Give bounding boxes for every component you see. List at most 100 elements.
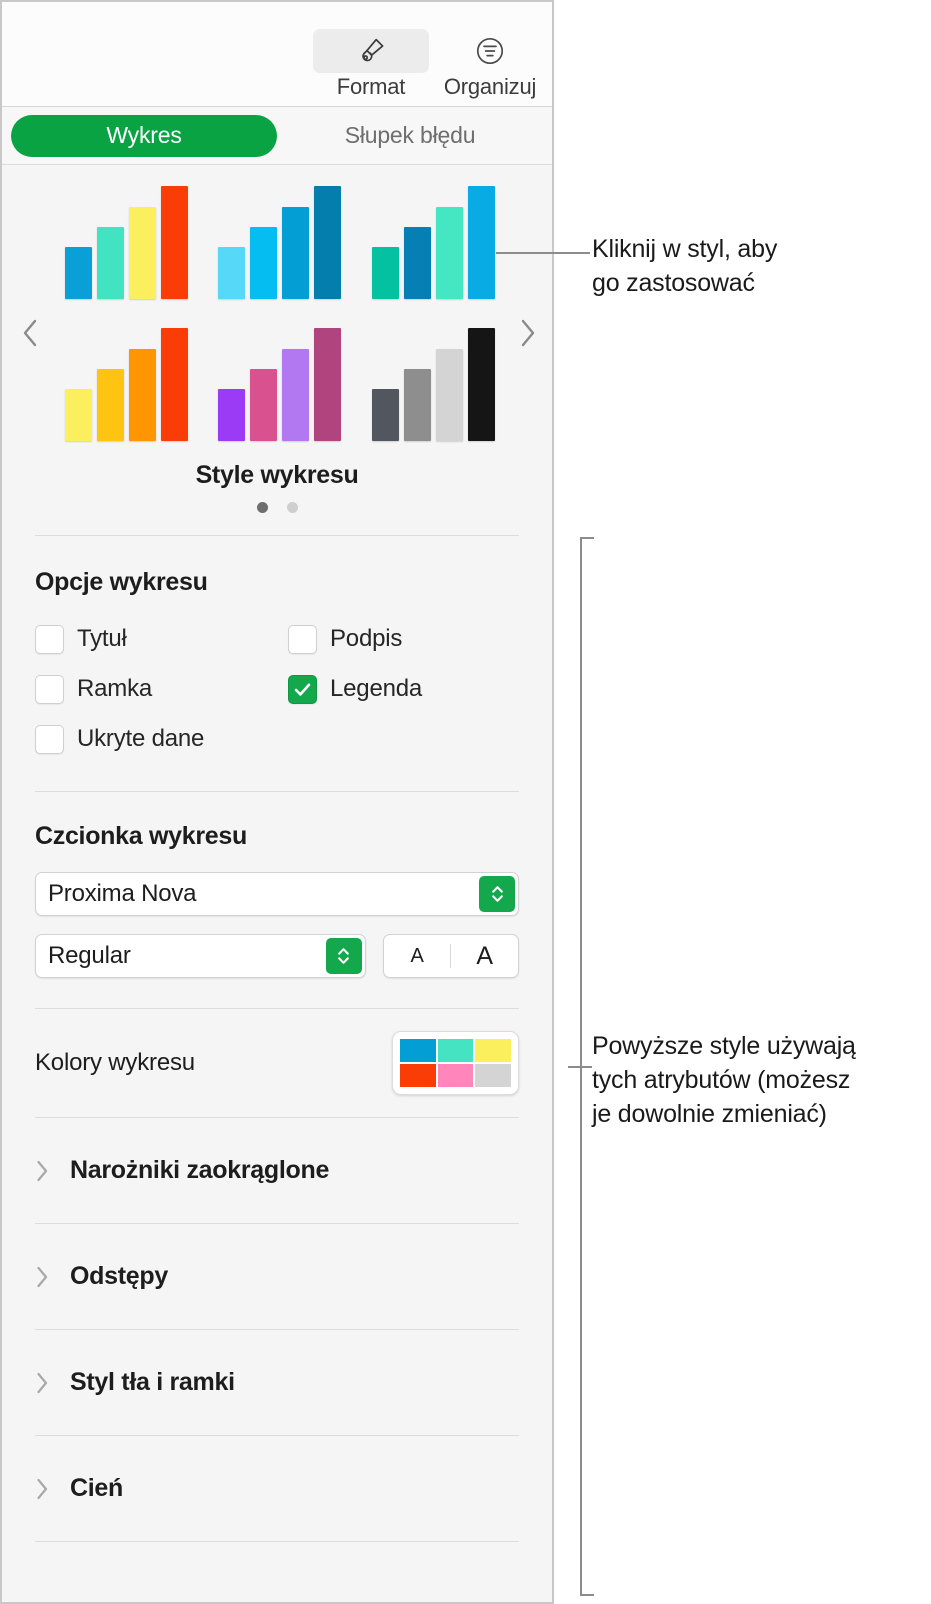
style-thumbnail-bar	[97, 369, 125, 441]
disclosure-section: Styl tła i ramki	[2, 1330, 552, 1435]
color-swatch	[400, 1064, 436, 1087]
chart-colors-swatch-grid	[400, 1039, 511, 1087]
style-thumbnail-bar	[314, 186, 342, 299]
arrange-icon	[432, 29, 548, 73]
screenshot-root: Format Organizuj Wykres Słupek błędu Sty…	[0, 0, 931, 1604]
organize-button[interactable]: Organizuj	[432, 29, 548, 100]
chart-option-row[interactable]: Legenda	[288, 667, 519, 711]
callout-leader-line	[496, 252, 590, 254]
chart-colors-label: Kolory wykresu	[35, 1049, 195, 1076]
disclosure-label: Odstępy	[70, 1262, 168, 1290]
callout-attributes-text: Powyższe style używają tych atrybutów (m…	[592, 1032, 856, 1128]
chart-colors-section: Kolory wykresu	[2, 1009, 552, 1117]
style-thumbnail-bar	[403, 227, 431, 299]
chart-style-thumbnail[interactable]	[357, 321, 510, 461]
style-thumbnail-bar	[314, 328, 342, 441]
style-thumbnail-bar	[282, 207, 310, 299]
chart-option-row[interactable]: Ukryte dane	[35, 717, 288, 761]
chart-option-row[interactable]: Podpis	[288, 617, 519, 661]
disclosure-row[interactable]: Narożniki zaokrąglone	[35, 1118, 519, 1223]
chart-option-label: Legenda	[330, 675, 423, 702]
color-swatch	[437, 1064, 474, 1087]
chevron-right-icon[interactable]	[35, 1477, 49, 1501]
checkbox-icon[interactable]	[35, 724, 64, 754]
chart-style-thumbnail[interactable]	[357, 179, 510, 319]
font-family-select[interactable]: Proxima Nova	[35, 872, 519, 916]
chart-style-thumbnail[interactable]	[203, 179, 356, 319]
paintbrush-icon	[313, 29, 429, 73]
callout-bracket-tick	[568, 1066, 592, 1068]
chart-option-label: Tytuł	[77, 625, 127, 652]
carousel-page-dot[interactable]	[256, 502, 268, 513]
chart-style-thumbnail[interactable]	[50, 179, 203, 319]
disclosure-section: Odstępy	[2, 1224, 552, 1329]
decrease-font-size-button[interactable]: A	[384, 945, 451, 968]
disclosure-row[interactable]: Cień	[35, 1436, 519, 1541]
disclosure-label: Styl tła i ramki	[70, 1368, 235, 1396]
color-swatch	[475, 1064, 511, 1087]
increase-font-size-button[interactable]: A	[451, 942, 518, 971]
chart-style-thumbnail[interactable]	[50, 321, 203, 461]
style-thumbnail-bar	[97, 227, 125, 299]
font-style-value: Regular	[48, 942, 131, 969]
chart-colors-swatch-button[interactable]	[392, 1031, 519, 1095]
chart-option-row[interactable]: Tytuł	[35, 617, 288, 661]
chevron-right-icon[interactable]	[508, 310, 548, 356]
inspector-toolbar: Format Organizuj	[2, 2, 552, 107]
divider	[35, 1541, 519, 1542]
disclosure-label: Narożniki zaokrąglone	[70, 1156, 330, 1184]
carousel-page-dot[interactable]	[286, 502, 298, 513]
checkbox-checked-icon[interactable]	[288, 674, 317, 704]
chart-options-title: Opcje wykresu	[35, 568, 208, 596]
disclosure-label: Cień	[70, 1474, 123, 1502]
style-thumbnail-bar	[467, 186, 495, 299]
stepper-up-down-icon[interactable]	[325, 938, 362, 974]
checkbox-icon[interactable]	[35, 674, 64, 704]
disclosure-section: Narożniki zaokrąglone	[2, 1118, 552, 1223]
style-thumbnail-bar	[282, 349, 310, 441]
font-size-group: A A	[382, 934, 519, 978]
tab-wykres-label: Wykres	[106, 122, 182, 148]
tab-slupek-bledu[interactable]: Słupek błędu	[277, 115, 543, 157]
chevron-right-icon[interactable]	[35, 1371, 49, 1395]
chart-option-label: Ramka	[77, 675, 153, 702]
chevron-right-icon[interactable]	[35, 1159, 49, 1183]
style-thumbnail-bar	[161, 328, 189, 441]
chart-option-row[interactable]: Ramka	[35, 667, 288, 711]
style-thumbnail-bar	[129, 349, 157, 441]
style-thumbnail-bar	[218, 247, 246, 299]
style-thumbnail-bar	[403, 369, 431, 441]
font-style-select[interactable]: Regular	[35, 934, 366, 978]
chevron-left-icon[interactable]	[10, 310, 50, 356]
style-thumbnail-bar	[250, 227, 278, 299]
carousel-page-dots	[2, 502, 552, 513]
chart-styles-caption: Style wykresu	[195, 461, 359, 489]
format-button-label: Format	[336, 74, 406, 99]
format-button[interactable]: Format	[313, 29, 429, 100]
style-thumbnail-bar	[65, 389, 93, 441]
style-thumbnail-bar	[435, 207, 463, 299]
disclosure-row[interactable]: Styl tła i ramki	[35, 1330, 519, 1435]
style-thumbnail-bar	[467, 328, 495, 441]
chart-style-thumbnail[interactable]	[203, 321, 356, 461]
chart-font-section: Czcionka wykresu Proxima Nova Regular A …	[2, 792, 552, 1008]
style-thumbnail-bar	[129, 207, 157, 299]
style-thumbnail-bar	[250, 369, 278, 441]
checkbox-icon[interactable]	[288, 624, 317, 654]
chevron-right-icon[interactable]	[35, 1265, 49, 1289]
inspector-tabbar: Wykres Słupek błędu	[2, 107, 552, 165]
style-thumbnail-bar	[161, 186, 189, 299]
font-style-row: Regular A A	[35, 934, 519, 978]
style-thumbnail-bar	[435, 349, 463, 441]
font-family-value: Proxima Nova	[48, 880, 197, 907]
chart-style-grid	[50, 179, 510, 461]
stepper-up-down-icon[interactable]	[479, 876, 515, 912]
tab-slupek-bledu-label: Słupek błędu	[344, 122, 476, 148]
organize-button-label: Organizuj	[443, 74, 537, 99]
style-thumbnail-bar	[371, 247, 399, 299]
disclosure-row[interactable]: Odstępy	[35, 1224, 519, 1329]
disclosure-section: Cień	[2, 1436, 552, 1541]
tab-wykres[interactable]: Wykres	[11, 114, 277, 157]
style-thumbnail-bar	[218, 389, 246, 441]
checkbox-icon[interactable]	[35, 624, 64, 654]
